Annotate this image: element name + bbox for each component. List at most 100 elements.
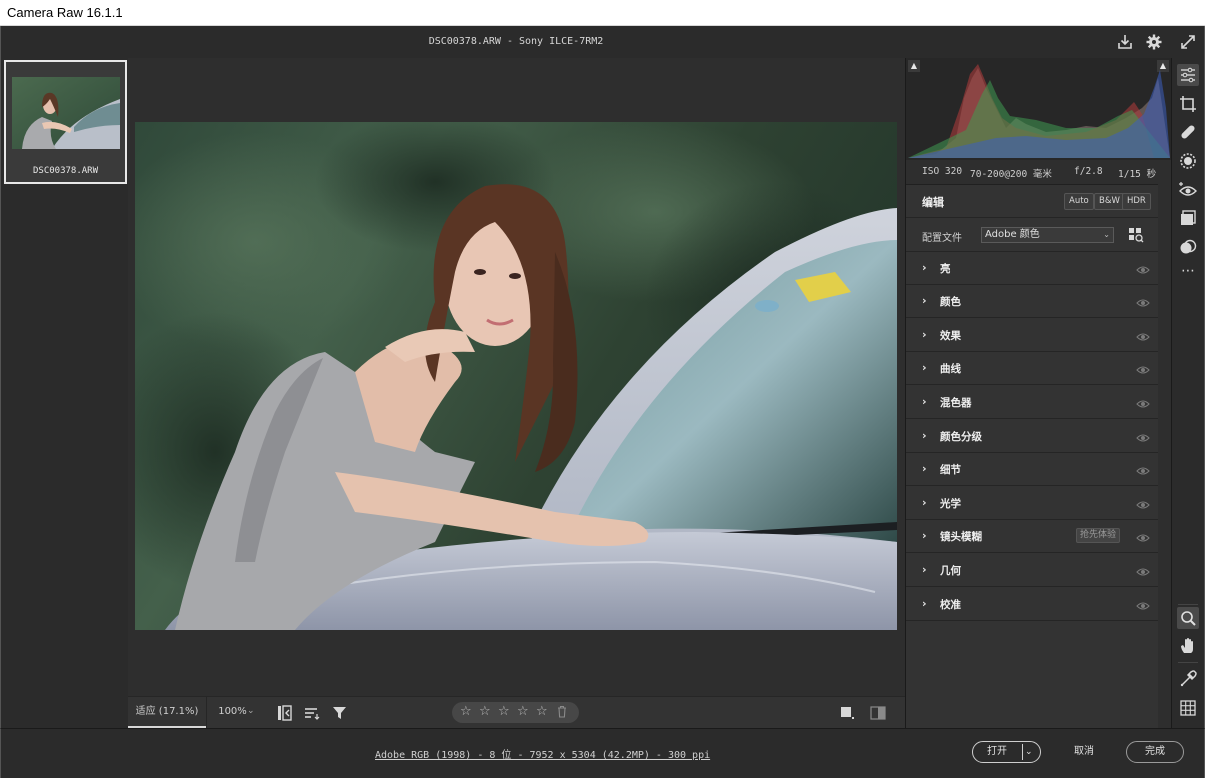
chevron-right-icon: ›: [922, 563, 927, 576]
divider: [1178, 662, 1198, 663]
chevron-right-icon: ›: [922, 395, 927, 408]
red-eye-icon[interactable]: [1177, 179, 1199, 201]
eye-icon[interactable]: [1136, 530, 1150, 544]
eyedropper-icon[interactable]: [1177, 668, 1199, 690]
histogram-graph: [908, 64, 1170, 158]
auto-button[interactable]: Auto: [1064, 193, 1094, 210]
star-icon[interactable]: ☆: [536, 704, 548, 720]
thumbnail-image: [12, 77, 120, 149]
star-icon[interactable]: ☆: [498, 704, 510, 720]
chevron-down-icon[interactable]: ⌄: [1025, 742, 1033, 762]
eye-icon[interactable]: [1136, 295, 1150, 309]
eye-icon[interactable]: [1136, 564, 1150, 578]
section-optics[interactable]: › 光学: [906, 487, 1158, 520]
filmstrip-thumbnail[interactable]: DSC00378.ARW: [4, 60, 127, 184]
hdr-button[interactable]: HDR: [1122, 193, 1151, 210]
hand-icon[interactable]: [1177, 635, 1199, 657]
section-color-mixer[interactable]: › 混色器: [906, 386, 1158, 419]
workflow-options-link[interactable]: Adobe RGB (1998) - 8 位 - 7952 x 5304 (42…: [375, 746, 710, 761]
section-label: 颜色分级: [940, 431, 982, 443]
presets-icon[interactable]: [1177, 207, 1199, 229]
section-effects[interactable]: › 效果: [906, 319, 1158, 352]
section-label: 颜色: [940, 296, 961, 308]
more-icon[interactable]: ⋯: [1177, 261, 1199, 283]
eye-icon[interactable]: [1136, 497, 1150, 511]
histogram: ▲ ▲: [906, 58, 1172, 160]
section-geometry[interactable]: › 几何: [906, 554, 1158, 587]
chevron-right-icon: ›: [922, 294, 927, 307]
section-color-grading[interactable]: › 颜色分级: [906, 420, 1158, 453]
filter-icon[interactable]: [331, 704, 349, 722]
gear-icon[interactable]: [1145, 33, 1163, 51]
chevron-right-icon: ›: [922, 328, 927, 341]
section-light[interactable]: › 亮: [906, 252, 1158, 285]
sliders-icon[interactable]: [1177, 64, 1199, 86]
edit-sections: 编辑 Auto B&W HDR 配置文件 Adobe 颜色 ⌄ › 亮 › 颜色…: [906, 184, 1158, 728]
profile-row: 配置文件 Adobe 颜色 ⌄: [906, 218, 1158, 252]
section-label: 几何: [940, 565, 961, 577]
profile-select[interactable]: Adobe 颜色 ⌄: [981, 227, 1114, 243]
profile-value: Adobe 颜色: [985, 229, 1040, 240]
healing-icon[interactable]: [1177, 121, 1199, 143]
profile-browser-icon[interactable]: [1128, 227, 1144, 243]
section-color[interactable]: › 颜色: [906, 285, 1158, 318]
bottom-toolbar: 适应 (17.1%) 100% ⌄ ☆ ☆ ☆ ☆ ☆: [128, 696, 905, 728]
section-detail[interactable]: › 细节: [906, 453, 1158, 486]
section-label: 校准: [940, 599, 961, 611]
thumbnail-caption: DSC00378.ARW: [32, 166, 99, 176]
section-curve[interactable]: › 曲线: [906, 352, 1158, 385]
eye-icon[interactable]: [1136, 329, 1150, 343]
tool-strip: ⋯: [1171, 58, 1205, 728]
chevron-down-icon[interactable]: ⌄: [247, 706, 265, 724]
file-name-label: DSC00378.ARW - Sony ILCE-7RM2: [428, 36, 604, 47]
save-icon[interactable]: [1116, 33, 1134, 51]
done-button[interactable]: 完成: [1126, 741, 1184, 763]
star-icon[interactable]: ☆: [460, 704, 472, 720]
eye-icon[interactable]: [1136, 396, 1150, 410]
snapshots-icon[interactable]: [1177, 236, 1199, 258]
chevron-right-icon: ›: [922, 597, 927, 610]
filmstrip-toggle-icon[interactable]: [276, 704, 294, 722]
bw-button[interactable]: B&W: [1094, 193, 1125, 210]
crop-icon[interactable]: [1177, 93, 1199, 115]
zoom-fit-button[interactable]: 适应 (17.1%): [128, 697, 206, 728]
cancel-button[interactable]: 取消: [1066, 741, 1102, 763]
chevron-right-icon: ›: [922, 496, 927, 509]
open-button[interactable]: 打开 ⌄: [972, 741, 1041, 763]
grid-icon[interactable]: [1177, 697, 1199, 719]
chevron-down-icon: ⌄: [1103, 230, 1110, 239]
eye-icon[interactable]: [1136, 430, 1150, 444]
before-after-icon[interactable]: [869, 704, 887, 722]
top-toolbar: DSC00378.ARW - Sony ILCE-7RM2: [0, 26, 1205, 58]
chevron-right-icon: ›: [922, 429, 927, 442]
chevron-right-icon: ›: [922, 462, 927, 475]
edit-panel: ▲ ▲ ISO 320 70-200@200 毫米 f/2.8 1/15 秒 编…: [905, 58, 1172, 728]
eye-icon[interactable]: [1136, 463, 1150, 477]
section-calibration[interactable]: › 校准: [906, 588, 1158, 621]
exif-iso: ISO 320: [922, 166, 963, 177]
image-canvas[interactable]: [128, 58, 905, 696]
divider: [1178, 604, 1198, 605]
eye-icon[interactable]: [1136, 262, 1150, 276]
section-label: 光学: [940, 498, 961, 510]
section-lens-blur[interactable]: › 镜头模糊 抢先体验: [906, 520, 1158, 553]
open-button-divider: [1022, 744, 1023, 760]
window-title: Camera Raw 16.1.1: [0, 0, 1205, 26]
section-label: 镜头模糊: [940, 531, 982, 543]
exif-aperture: f/2.8: [1074, 166, 1103, 177]
zoom-icon[interactable]: [1177, 607, 1199, 629]
trash-icon[interactable]: [556, 705, 568, 723]
star-rating: ☆ ☆ ☆ ☆ ☆: [452, 702, 579, 723]
sort-icon[interactable]: [303, 704, 321, 722]
star-icon[interactable]: ☆: [479, 704, 491, 720]
fullscreen-icon[interactable]: [1179, 33, 1197, 51]
section-label: 曲线: [940, 363, 961, 375]
view-mode-icon[interactable]: [838, 704, 856, 722]
edit-header: 编辑 Auto B&W HDR: [906, 185, 1158, 218]
masking-icon[interactable]: [1177, 150, 1199, 172]
edit-title: 编辑: [922, 196, 944, 209]
exif-info: ISO 320 70-200@200 毫米 f/2.8 1/15 秒: [906, 162, 1172, 184]
eye-icon[interactable]: [1136, 598, 1150, 612]
star-icon[interactable]: ☆: [517, 704, 529, 720]
eye-icon[interactable]: [1136, 362, 1150, 376]
